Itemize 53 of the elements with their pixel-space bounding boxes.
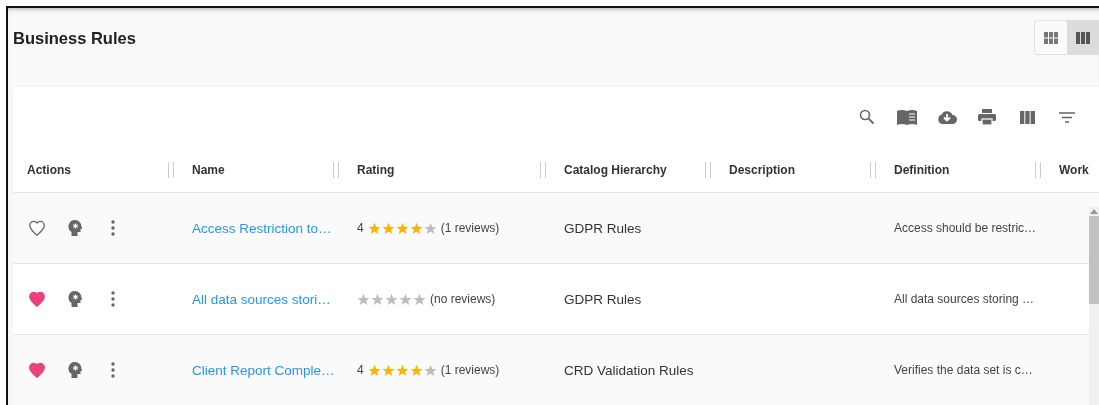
rating-value: 4 xyxy=(357,363,364,377)
scroll-up-icon xyxy=(1090,209,1098,214)
definition-cell: All data sources storing … xyxy=(894,292,1035,306)
grid-icon xyxy=(1044,31,1058,44)
column-header[interactable]: Name xyxy=(192,162,225,177)
more-icon xyxy=(111,362,115,378)
empty-star-icon xyxy=(413,292,426,306)
scrollbar-thumb[interactable] xyxy=(1089,216,1099,304)
column-header[interactable]: Work xyxy=(1059,162,1089,177)
scrollbar[interactable] xyxy=(1089,207,1099,405)
column-view-button[interactable] xyxy=(1067,21,1099,54)
catalog-hierarchy-cell: GDPR Rules xyxy=(564,291,642,307)
search-icon xyxy=(859,109,875,125)
empty-star-icon xyxy=(385,292,398,306)
review-count: (1 reviews) xyxy=(440,221,500,235)
book-icon xyxy=(897,109,917,125)
cloud-download-icon xyxy=(937,110,957,124)
filter-icon xyxy=(1059,111,1075,123)
filled-star-icon xyxy=(395,363,409,377)
empty-star-icon xyxy=(357,292,370,306)
review-count: (1 reviews) xyxy=(440,363,500,377)
columns-icon xyxy=(1076,31,1090,44)
heart-icon xyxy=(28,220,46,236)
rating-value: 4 xyxy=(357,221,364,235)
definition-cell: Access should be restric… xyxy=(894,221,1037,235)
head-icon xyxy=(68,362,82,378)
column-header[interactable]: Description xyxy=(729,162,795,177)
heart-icon xyxy=(28,291,46,307)
filled-star-icon xyxy=(409,221,423,235)
columns-icon xyxy=(1019,110,1035,124)
more-icon xyxy=(111,291,115,307)
column-header[interactable]: Rating xyxy=(357,162,395,177)
column-header[interactable]: Definition xyxy=(894,162,950,177)
head-icon xyxy=(68,220,82,236)
review-count: (no reviews) xyxy=(430,292,496,306)
filled-star-icon xyxy=(409,363,423,377)
filled-star-icon xyxy=(381,221,395,235)
more-icon xyxy=(111,220,115,236)
filled-star-icon xyxy=(367,363,381,377)
empty-star-icon xyxy=(371,292,384,306)
filled-star-icon xyxy=(395,221,409,235)
column-header[interactable]: Catalog Hierarchy xyxy=(564,162,667,177)
catalog-hierarchy-cell: CRD Validation Rules xyxy=(564,362,694,378)
catalog-hierarchy-cell: GDPR Rules xyxy=(564,220,642,236)
empty-star-icon xyxy=(399,292,412,306)
head-icon xyxy=(68,291,82,307)
page-title: Business Rules xyxy=(13,29,136,48)
heart-icon xyxy=(28,362,46,378)
filled-star-icon xyxy=(381,363,395,377)
filled-star-icon xyxy=(367,221,381,235)
print-icon xyxy=(978,109,996,125)
definition-cell: Verifies the data set is c… xyxy=(894,363,1033,377)
column-header[interactable]: Actions xyxy=(27,162,71,177)
